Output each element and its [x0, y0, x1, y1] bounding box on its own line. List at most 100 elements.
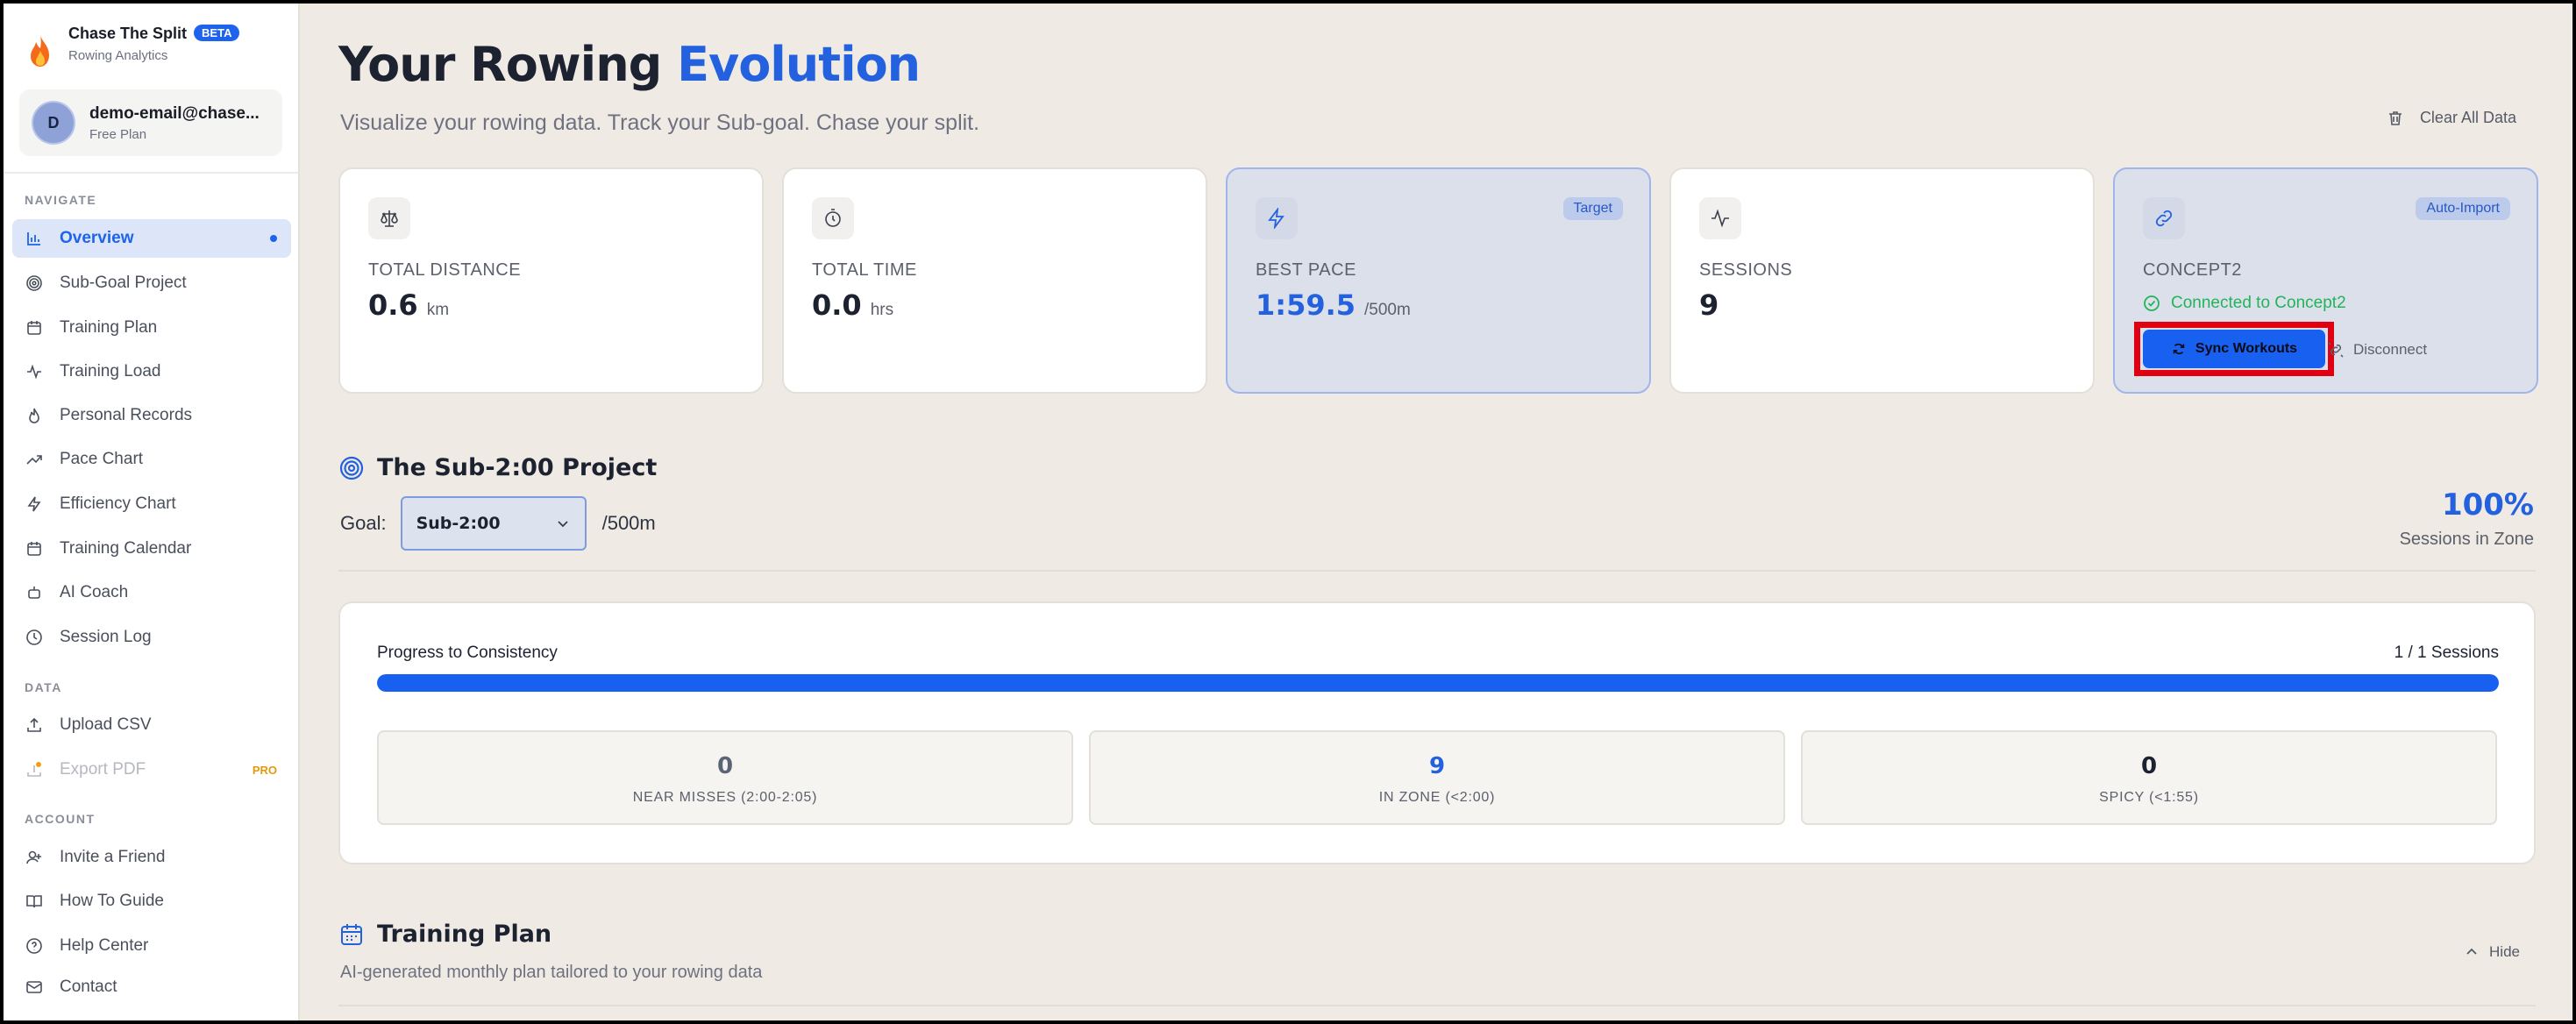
- sidebar-item-label: Export PDF: [60, 760, 146, 779]
- sidebar-item-efficiency-chart[interactable]: Efficiency Chart: [12, 485, 291, 523]
- sync-workouts-label: Sync Workouts: [2195, 341, 2298, 356]
- disconnect-button[interactable]: Disconnect: [2327, 341, 2427, 359]
- sidebar-item-label: Sub-Goal Project: [60, 274, 187, 292]
- stat-near-misses: 0 NEAR MISSES (2:00-2:05): [377, 730, 1073, 825]
- stat-value: 9: [1428, 753, 1446, 779]
- card-label: BEST PACE: [1256, 260, 1356, 280]
- sidebar-item-label: Overview: [60, 229, 134, 247]
- page-subtitle: Visualize your rowing data. Track your S…: [340, 110, 980, 135]
- trending-up-icon: [25, 450, 44, 469]
- sidebar-item-label: Training Load: [60, 362, 161, 380]
- export-icon: [25, 760, 44, 779]
- sidebar-divider: [4, 172, 298, 174]
- sessions-in-zone-percent: 100%: [2441, 487, 2534, 523]
- user-plus-icon: [25, 848, 44, 867]
- goal-unit: /500m: [601, 512, 656, 534]
- stat-card-best-pace: Target BEST PACE 1:59.5/500m: [1226, 167, 1651, 394]
- active-indicator: [270, 235, 277, 242]
- calendar-icon: [25, 539, 44, 558]
- goal-select[interactable]: Sub-2:00: [400, 496, 587, 551]
- refresh-icon: [2173, 343, 2185, 355]
- sidebar-item-help-center[interactable]: Help Center: [12, 927, 291, 965]
- sidebar-item-upload-csv[interactable]: Upload CSV: [12, 706, 291, 744]
- subgoal-heading: The Sub-2:00 Project: [338, 454, 657, 481]
- card-value: 9: [1699, 288, 1719, 322]
- disconnect-label: Disconnect: [2353, 341, 2428, 358]
- brand-subtitle: Rowing Analytics: [68, 48, 168, 63]
- chevron-up-icon: [2466, 948, 2477, 955]
- target-icon: [25, 274, 44, 293]
- timer-icon: [812, 197, 854, 239]
- sidebar-item-label: Training Plan: [60, 318, 158, 337]
- sidebar-item-sub-goal-project[interactable]: Sub-Goal Project: [12, 264, 291, 302]
- help-circle-icon: [25, 936, 44, 956]
- sidebar-item-invite-friend[interactable]: Invite a Friend: [12, 838, 291, 877]
- activity-icon: [25, 362, 44, 381]
- goal-select-value: Sub-2:00: [416, 514, 501, 533]
- clear-all-data-button[interactable]: Clear All Data: [2387, 109, 2516, 127]
- sidebar-item-personal-records[interactable]: Personal Records: [12, 396, 291, 435]
- card-label: TOTAL TIME: [812, 260, 917, 280]
- sidebar-item-training-load[interactable]: Training Load: [12, 352, 291, 391]
- stat-label: SPICY (<1:55): [2099, 790, 2199, 805]
- stat-spicy: 0 SPICY (<1:55): [1801, 730, 2497, 825]
- sidebar-item-label: Training Calendar: [60, 539, 192, 558]
- sidebar-item-session-log[interactable]: Session Log: [12, 618, 291, 657]
- stat-card-concept2: Auto-Import CONCEPT2 Connected to Concep…: [2113, 167, 2538, 394]
- auto-import-tag: Auto-Import: [2416, 197, 2510, 220]
- distance-value: 0.6: [368, 288, 418, 322]
- user-plan: Free Plan: [89, 126, 147, 142]
- link-icon: [2143, 197, 2185, 239]
- sync-workouts-button[interactable]: Sync Workouts: [2143, 330, 2325, 368]
- sidebar-item-training-plan[interactable]: Training Plan: [12, 309, 291, 347]
- title-accent: Evolution: [677, 37, 921, 92]
- flame-icon: [25, 406, 44, 425]
- beta-badge: BETA: [194, 25, 240, 41]
- calendar-icon: [25, 318, 44, 338]
- section-label-data: DATA: [25, 680, 62, 694]
- section-label-account: ACCOUNT: [25, 812, 96, 826]
- sidebar-item-overview[interactable]: Overview: [12, 219, 291, 258]
- pro-badge: PRO: [252, 763, 277, 777]
- card-label: TOTAL DISTANCE: [368, 260, 522, 280]
- sidebar-item-contact[interactable]: Contact: [12, 968, 291, 1006]
- progress-count: 1 / 1 Sessions: [2394, 644, 2499, 662]
- app-window: Chase The Split BETA Rowing Analytics D d…: [4, 4, 2572, 1020]
- card-unit: /500m: [1364, 301, 1411, 319]
- sidebar-item-ai-coach[interactable]: AI Coach: [12, 573, 291, 612]
- card-label: CONCEPT2: [2143, 260, 2242, 280]
- training-plan-title: Training Plan: [377, 921, 552, 948]
- subgoal-title: The Sub-2:00 Project: [377, 454, 658, 481]
- progress-bar: [377, 674, 2499, 692]
- card-unit: hrs: [870, 301, 894, 319]
- card-unit: km: [426, 301, 450, 319]
- stat-value: 0: [716, 753, 734, 779]
- target-icon: [339, 456, 364, 480]
- stat-value: 0: [2140, 753, 2158, 779]
- progress-title: Progress to Consistency: [377, 644, 558, 662]
- sidebar-item-export-pdf[interactable]: Export PDF PRO: [12, 750, 291, 789]
- stat-card-total-time: TOTAL TIME 0.0 hrs: [782, 167, 1207, 394]
- sidebar-item-label: AI Coach: [60, 583, 129, 601]
- title-prefix: Your Rowing: [338, 37, 662, 92]
- pace-value: 1:59.5: [1256, 288, 1356, 322]
- clock-icon: [25, 628, 44, 647]
- flame-logo-icon: [31, 35, 49, 67]
- sidebar-item-how-to-guide[interactable]: How To Guide: [12, 882, 291, 921]
- hide-training-plan-button[interactable]: Hide: [2465, 943, 2520, 961]
- time-value: 0.0: [812, 288, 862, 322]
- trash-icon: [2388, 110, 2402, 125]
- sidebar-item-training-calendar[interactable]: Training Calendar: [12, 530, 291, 568]
- user-card[interactable]: D demo-email@chase... Free Plan: [19, 89, 282, 156]
- book-icon: [25, 892, 44, 911]
- sidebar-item-label: Efficiency Chart: [60, 494, 176, 513]
- stat-in-zone: 9 IN ZONE (<2:00): [1089, 730, 1785, 825]
- calendar-icon: [341, 923, 362, 945]
- chevron-down-icon: [557, 521, 568, 528]
- sidebar-item-label: How To Guide: [60, 892, 164, 910]
- sidebar-item-label: Personal Records: [60, 406, 193, 424]
- progress-card: Progress to Consistency 1 / 1 Sessions 0…: [338, 601, 2536, 864]
- brand[interactable]: Chase The Split BETA Rowing Analytics: [26, 25, 240, 68]
- sidebar-item-pace-chart[interactable]: Pace Chart: [12, 440, 291, 479]
- brand-name: Chase The Split: [68, 25, 188, 42]
